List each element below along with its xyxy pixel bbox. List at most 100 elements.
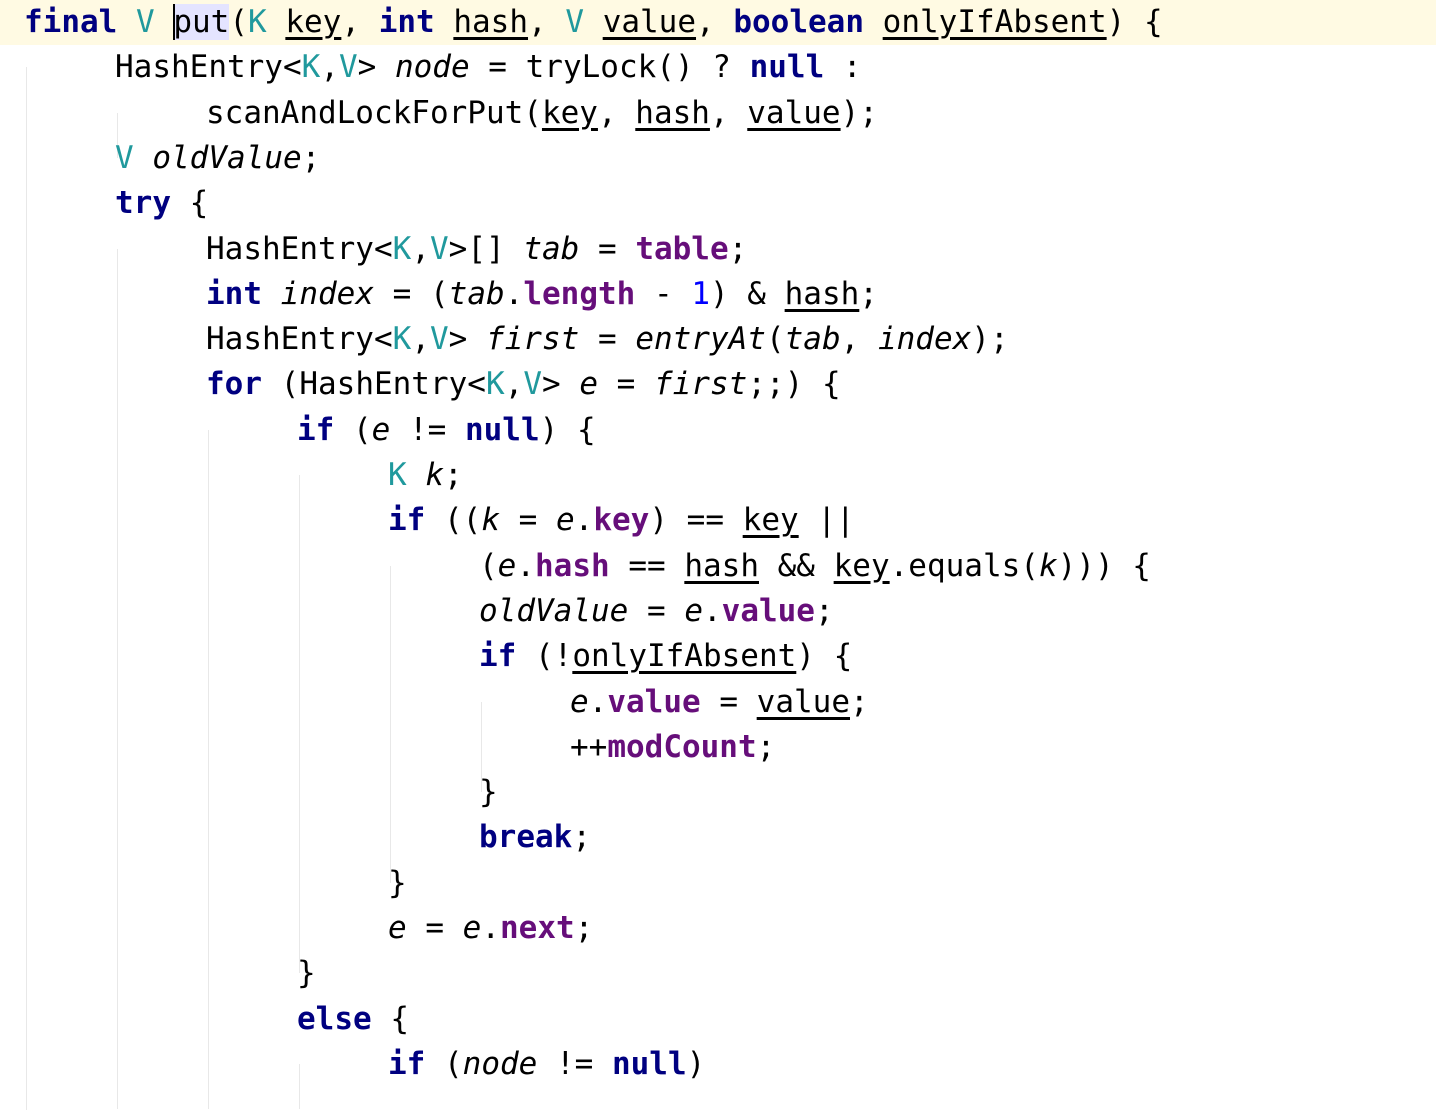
code-token: K <box>388 457 407 493</box>
code-line[interactable]: if (e != null) { <box>0 408 1436 453</box>
code-token: length <box>523 275 636 312</box>
code-token: hash <box>684 547 759 584</box>
code-token: V <box>338 49 358 86</box>
code-token: onlyIfAbsent <box>572 638 797 675</box>
code-token: ++ <box>570 728 608 765</box>
code-line[interactable]: try { <box>0 181 1436 226</box>
code-line-text: int index = (tab.length - 1) & hash; <box>206 272 878 317</box>
code-token: ; <box>728 230 748 267</box>
code-token: key <box>742 502 799 539</box>
code-editor[interactable]: final V put(K key, int hash, V value, bo… <box>0 0 1436 1110</box>
code-token: oldValue <box>479 592 629 629</box>
code-token: ; <box>850 683 869 720</box>
code-token: k <box>481 502 500 539</box>
code-line-text: (e.hash == hash && key.equals(k))) { <box>479 544 1151 589</box>
code-line[interactable]: (e.hash == hash && key.equals(k))) { <box>0 544 1436 589</box>
code-line[interactable]: } <box>0 770 1436 815</box>
code-line-text: for (HashEntry<K,V> e = first;;) { <box>206 362 841 407</box>
code-token: = <box>628 592 685 629</box>
code-token: != <box>390 411 465 448</box>
code-line[interactable]: HashEntry<K,V> node = tryLock() ? null : <box>0 45 1436 90</box>
code-line[interactable]: int index = (tab.length - 1) & hash; <box>0 272 1436 317</box>
code-token: oldValue <box>152 139 302 176</box>
code-line[interactable]: } <box>0 951 1436 996</box>
code-token: V <box>565 4 585 40</box>
code-token: boolean <box>733 4 864 40</box>
code-token: V <box>429 321 449 358</box>
code-line[interactable]: e = e.next; <box>0 906 1436 951</box>
code-line[interactable]: K k; <box>0 453 1436 498</box>
code-line[interactable]: scanAndLockForPut(key, hash, value); <box>0 91 1436 136</box>
code-token: e <box>684 592 703 629</box>
code-token: if <box>479 638 517 675</box>
code-token: >[] <box>448 230 524 267</box>
code-token: 1 <box>691 275 710 312</box>
code-token: . <box>504 275 524 312</box>
code-token: (HashEntry< <box>262 366 486 403</box>
code-line-text: final V put(K key, int hash, V value, bo… <box>24 0 1163 45</box>
code-token: (! <box>516 638 573 675</box>
code-line-text: if (!onlyIfAbsent) { <box>479 634 852 679</box>
code-line-text: HashEntry<K,V> node = tryLock() ? null : <box>115 45 862 90</box>
code-token: ) <box>686 1045 706 1082</box>
code-line-text: e = e.next; <box>388 906 593 951</box>
code-line[interactable]: oldValue = e.value; <box>0 589 1436 634</box>
code-line[interactable]: final V put(K key, int hash, V value, bo… <box>0 0 1436 45</box>
code-line[interactable]: if ((k = e.key) == key || <box>0 498 1436 543</box>
code-line[interactable]: if (node != null) <box>0 1042 1436 1087</box>
code-line[interactable]: break; <box>0 815 1436 860</box>
code-line[interactable]: HashEntry<K,V> first = entryAt(tab, inde… <box>0 317 1436 362</box>
code-line[interactable]: if (!onlyIfAbsent) { <box>0 634 1436 679</box>
code-token: ; <box>859 275 878 312</box>
code-token: . <box>574 502 594 539</box>
code-token: } <box>388 864 407 901</box>
code-token: value <box>721 592 815 629</box>
code-line[interactable]: HashEntry<K,V>[] tab = table; <box>0 227 1436 272</box>
code-token: = <box>500 502 556 539</box>
code-line-text: } <box>388 861 407 906</box>
code-token: K <box>392 321 412 358</box>
code-token: value <box>747 94 841 131</box>
code-token: hash <box>784 275 860 312</box>
code-line-text: if (node != null) <box>388 1042 705 1087</box>
text-caret <box>173 3 176 40</box>
code-line-text: if (e != null) { <box>297 408 596 453</box>
code-token: node <box>462 1045 538 1082</box>
code-token: index <box>877 321 972 358</box>
code-token: ; <box>301 139 321 176</box>
code-token: value <box>607 683 701 720</box>
code-token: - <box>635 275 692 312</box>
code-token: , <box>411 230 430 267</box>
code-line-text: HashEntry<K,V>[] tab = table; <box>206 227 747 272</box>
code-line[interactable]: else { <box>0 997 1436 1042</box>
code-line[interactable]: e.value = value; <box>0 680 1436 725</box>
code-token: V <box>115 139 134 176</box>
code-line[interactable]: ++modCount; <box>0 725 1436 770</box>
code-line-text: } <box>297 951 316 996</box>
code-token: tab <box>523 230 580 267</box>
code-token: ); <box>840 94 878 131</box>
code-line[interactable]: for (HashEntry<K,V> e = first;;) { <box>0 362 1436 407</box>
code-line-text: K k; <box>388 453 463 498</box>
code-token: table <box>635 230 729 267</box>
code-line[interactable]: V oldValue; <box>0 136 1436 181</box>
code-token: ); <box>971 321 1009 358</box>
code-line[interactable]: } <box>0 861 1436 906</box>
code-token: modCount <box>607 728 757 765</box>
code-token: ) & <box>709 275 785 312</box>
code-token: ( <box>425 1045 463 1082</box>
code-token: ; <box>756 728 776 765</box>
code-token: = <box>700 683 757 720</box>
code-token: break <box>479 819 573 856</box>
code-token: != <box>537 1045 612 1082</box>
code-line-text: V oldValue; <box>115 136 320 181</box>
code-token: if <box>388 1045 426 1082</box>
code-token: null <box>611 1045 687 1082</box>
code-token: value <box>756 683 850 720</box>
